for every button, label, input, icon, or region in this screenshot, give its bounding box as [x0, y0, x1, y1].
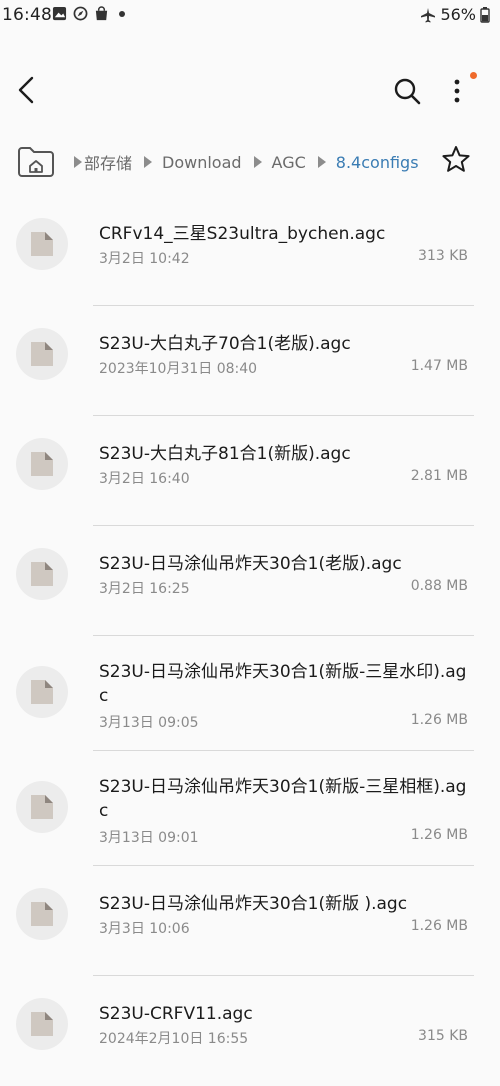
breadcrumb-trail: 部存储 Download AGC 8.4configs — [72, 150, 419, 174]
file-name: S23U-大白丸子70合1(老版).agc — [99, 334, 351, 354]
status-time: 16:48 — [2, 5, 52, 25]
breadcrumb-separator-icon — [144, 156, 153, 168]
file-name: S23U-日马涂仙吊炸天30合1(新版-三星水印).agc — [99, 662, 467, 706]
status-bar: 16:48 56% — [0, 0, 500, 32]
star-icon[interactable] — [440, 144, 472, 176]
list-item[interactable]: S23U-日马涂仙吊炸天30合1(新版-三星水印).agc 3月13日 09:0… — [0, 636, 500, 751]
file-date: 3月2日 10:42 — [99, 251, 190, 267]
document-icon — [16, 438, 68, 490]
document-icon — [16, 218, 68, 270]
file-date: 3月13日 09:01 — [99, 830, 199, 846]
file-date: 3月3日 10:06 — [99, 921, 190, 937]
file-size: 0.88 MB — [410, 578, 468, 594]
list-item[interactable]: S23U-日马涂仙吊炸天30合1(新版-三星相框).agc 3月13日 09:0… — [0, 751, 500, 866]
file-name: S23U-日马涂仙吊炸天30合1(新版-三星相框).agc — [99, 777, 467, 821]
compass-icon — [73, 6, 88, 21]
notification-badge — [470, 72, 477, 79]
more-notifications-dot — [119, 10, 125, 17]
file-date: 2023年10月31日 08:40 — [99, 361, 258, 377]
file-name: S23U-日马涂仙吊炸天30合1(老版).agc — [99, 554, 402, 574]
file-size: 1.26 MB — [410, 712, 468, 728]
document-icon — [16, 888, 68, 940]
top-app-bar — [0, 62, 500, 122]
breadcrumb-item-download[interactable]: Download — [162, 153, 242, 172]
notification-icons — [52, 6, 125, 21]
file-size: 1.26 MB — [410, 827, 468, 843]
document-icon — [16, 666, 68, 718]
list-item[interactable]: S23U-CRFV11.agc 2024年2月10日 16:55 315 KB — [0, 976, 500, 1086]
file-date: 2024年2月10日 16:55 — [99, 1031, 249, 1047]
file-name: S23U-日马涂仙吊炸天30合1(新版 ).agc — [99, 894, 408, 914]
list-item[interactable]: S23U-日马涂仙吊炸天30合1(新版 ).agc 3月3日 10:06 1.2… — [0, 866, 500, 976]
list-item[interactable]: S23U-日马涂仙吊炸天30合1(老版).agc 3月2日 16:25 0.88… — [0, 526, 500, 636]
home-folder-icon[interactable] — [16, 142, 56, 180]
breadcrumb: 部存储 Download AGC 8.4configs — [0, 138, 500, 184]
file-list: CRFv14_三星S23ultra_bychen.agc 3月2日 10:42 … — [0, 196, 500, 1086]
breadcrumb-separator-icon — [74, 156, 82, 168]
file-size: 1.26 MB — [410, 918, 468, 934]
document-icon — [16, 328, 68, 380]
breadcrumb-item-agc[interactable]: AGC — [272, 153, 306, 172]
document-icon — [16, 781, 68, 833]
file-date: 3月2日 16:25 — [99, 581, 190, 597]
file-size: 315 KB — [418, 1028, 468, 1044]
list-item[interactable]: S23U-大白丸子70合1(老版).agc 2023年10月31日 08:40 … — [0, 306, 500, 416]
airplane-mode-icon — [421, 7, 436, 22]
battery-icon — [480, 6, 490, 23]
file-size: 2.81 MB — [410, 468, 468, 484]
breadcrumb-item-storage[interactable]: 部存储 — [84, 150, 132, 174]
status-right: 56% — [420, 5, 490, 24]
file-name: CRFv14_三星S23ultra_bychen.agc — [99, 224, 386, 244]
shopping-bag-icon — [95, 6, 108, 21]
list-item[interactable]: S23U-大白丸子81合1(新版).agc 3月2日 16:40 2.81 MB — [0, 416, 500, 526]
file-date: 3月13日 09:05 — [99, 715, 199, 731]
more-vert-icon[interactable] — [440, 74, 476, 110]
gallery-icon — [52, 6, 67, 21]
file-size: 1.47 MB — [410, 358, 468, 374]
back-arrow-icon[interactable] — [10, 72, 46, 108]
list-item[interactable]: CRFv14_三星S23ultra_bychen.agc 3月2日 10:42 … — [0, 196, 500, 306]
battery-percent: 56% — [440, 5, 476, 24]
file-size: 313 KB — [418, 248, 468, 264]
breadcrumb-separator-icon — [317, 156, 326, 168]
breadcrumb-separator-icon — [253, 156, 262, 168]
file-name: S23U-大白丸子81合1(新版).agc — [99, 444, 351, 464]
file-date: 3月2日 16:40 — [99, 471, 190, 487]
document-icon — [16, 998, 68, 1050]
search-icon[interactable] — [390, 74, 426, 110]
breadcrumb-item-current[interactable]: 8.4configs — [336, 153, 419, 172]
file-name: S23U-CRFV11.agc — [99, 1004, 253, 1024]
document-icon — [16, 548, 68, 600]
